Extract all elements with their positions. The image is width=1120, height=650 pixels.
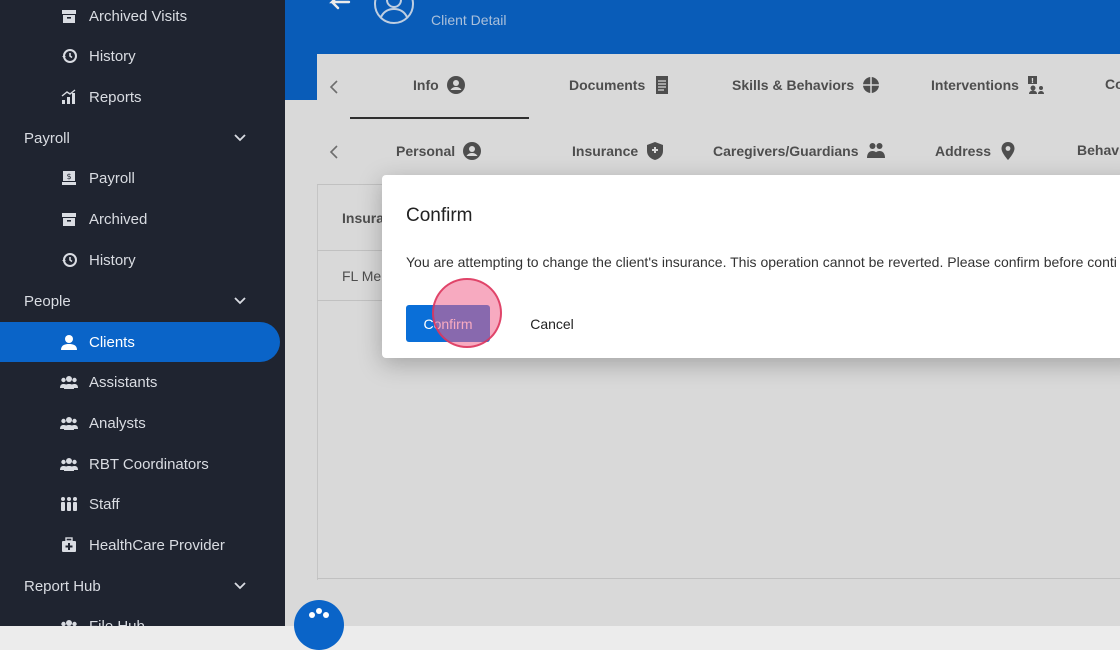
sidebar-item-label: Archived Visits	[89, 7, 188, 25]
group-icon	[60, 617, 78, 626]
chevron-down-icon	[234, 134, 246, 142]
sidebar-item-rbt-coordinators[interactable]: RBT Coordinators	[0, 444, 280, 484]
sidebar-section-report-hub[interactable]: Report Hub	[0, 566, 280, 606]
dialog-message: You are attempting to change the client'…	[406, 254, 1117, 270]
chevron-down-icon	[234, 297, 246, 305]
sidebar-item-analysts[interactable]: Analysts	[0, 403, 280, 443]
sidebar-section-label: People	[24, 292, 71, 310]
medkit-icon	[60, 536, 78, 554]
sidebar-item-staff[interactable]: Staff	[0, 484, 280, 524]
archive-icon	[60, 210, 78, 228]
click-indicator	[432, 278, 502, 348]
svg-text:$: $	[66, 172, 71, 181]
sidebar-item-clients[interactable]: Clients	[0, 322, 280, 362]
sidebar-item-label: Payroll	[89, 169, 135, 187]
sidebar-item-archived[interactable]: Archived	[0, 199, 280, 239]
sidebar-item-label: Analysts	[89, 414, 146, 432]
sidebar-section-payroll[interactable]: Payroll	[0, 118, 280, 158]
history-icon	[60, 251, 78, 269]
history-icon	[60, 47, 78, 65]
sidebar-section-label: Payroll	[24, 129, 70, 147]
sidebar-item-label: Assistants	[89, 373, 158, 391]
palette-icon	[309, 608, 329, 618]
cancel-button[interactable]: Cancel	[522, 305, 582, 342]
sidebar-item-label: Staff	[89, 495, 120, 513]
sidebar-item-file-hub[interactable]: File Hub	[0, 606, 280, 626]
archive-icon	[60, 7, 78, 25]
sidebar-item-label: History	[89, 251, 136, 269]
chevron-down-icon	[234, 582, 246, 590]
sidebar-item-healthcare-provider[interactable]: HealthCare Provider	[0, 525, 280, 565]
sidebar-item-label: HealthCare Provider	[89, 536, 225, 554]
sidebar-item-archived-visits[interactable]: Archived Visits	[0, 0, 280, 36]
sidebar-item-payroll[interactable]: $ Payroll	[0, 158, 280, 198]
sidebar-item-label: History	[89, 47, 136, 65]
sidebar-section-label: Report Hub	[24, 577, 101, 595]
payroll-icon: $	[60, 169, 78, 187]
sidebar-item-reports[interactable]: Reports	[0, 77, 280, 117]
sidebar-item-label: Reports	[89, 88, 142, 106]
sidebar-item-label: Archived	[89, 210, 148, 228]
group-icon	[60, 373, 78, 391]
person-icon	[60, 333, 78, 351]
reports-icon	[60, 88, 78, 106]
group-icon	[60, 414, 78, 432]
sidebar-item-payroll-history[interactable]: History	[0, 240, 280, 280]
sidebar: Archived Visits History Reports Payroll …	[0, 0, 285, 626]
sidebar-item-label: RBT Coordinators	[89, 455, 209, 473]
group-icon	[60, 455, 78, 473]
sidebar-section-people[interactable]: People	[0, 281, 280, 321]
dialog-title: Confirm	[406, 205, 473, 226]
sidebar-item-history[interactable]: History	[0, 36, 280, 76]
palette-fab-button[interactable]	[294, 600, 344, 650]
staff-icon	[60, 495, 78, 513]
sidebar-item-label: Clients	[89, 333, 135, 351]
sidebar-item-assistants[interactable]: Assistants	[0, 362, 280, 402]
sidebar-item-label: File Hub	[89, 617, 145, 627]
